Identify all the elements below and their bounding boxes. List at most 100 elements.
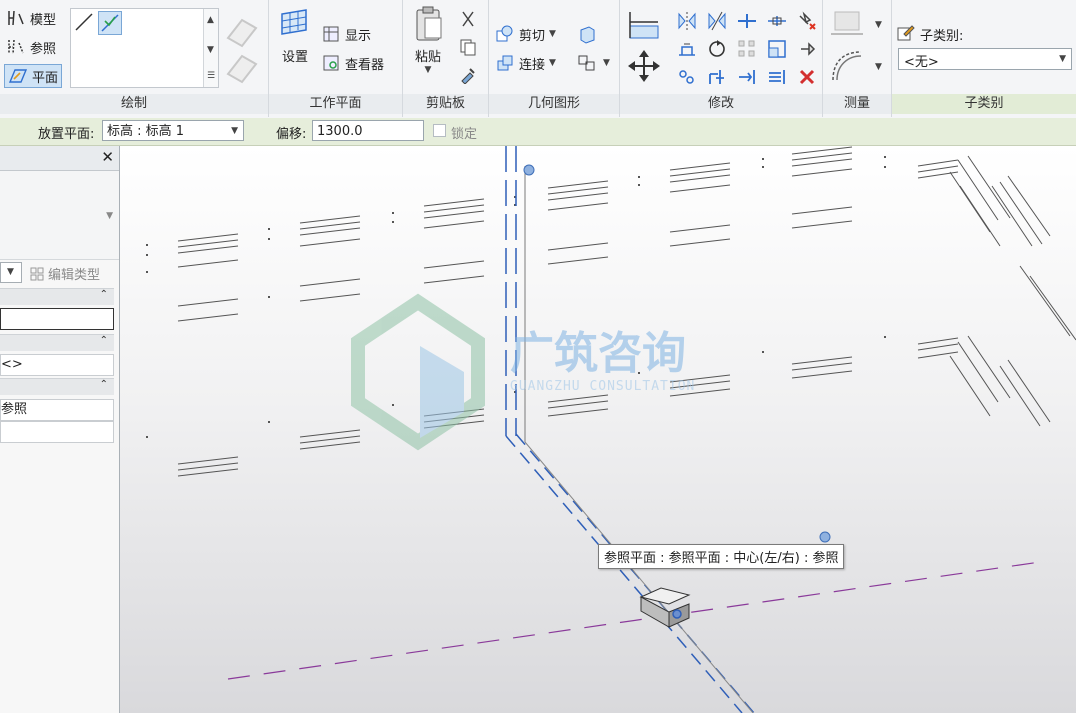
lock-label: 锁定	[451, 127, 478, 142]
scroll-down-icon[interactable]: ▼	[207, 45, 214, 55]
offset-icon[interactable]	[736, 10, 758, 32]
copy-icon[interactable]	[459, 38, 477, 56]
subcategory-select[interactable]: <无> ▼	[898, 48, 1072, 70]
reference-plane-grip[interactable]	[523, 164, 535, 176]
trim-multiple-icon[interactable]	[766, 66, 788, 88]
grid-plane-icon	[281, 9, 307, 35]
viewer-button[interactable]: 查看器	[321, 53, 384, 73]
match-properties-icon[interactable]	[459, 66, 477, 84]
split-face-icon[interactable]	[577, 53, 597, 73]
type-selector[interactable]: ▼	[0, 171, 119, 260]
drawing-viewport[interactable]: 广筑咨询 GUANGZHU CONSULTATION 参照平面 : 参照平面 :…	[120, 146, 1076, 713]
pin-icon[interactable]	[796, 38, 818, 60]
show-workplane-icon	[323, 26, 339, 42]
edit-type-icon	[30, 267, 44, 280]
split-face-dropdown-icon[interactable]: ▼	[603, 58, 610, 68]
disabled-draw-icons	[226, 18, 258, 84]
dimension-dropdown-icon[interactable]: ▼	[875, 62, 882, 72]
instance-filter-dropdown-icon[interactable]: ▼	[7, 267, 14, 277]
copy-move-icon[interactable]	[766, 10, 788, 32]
set-workplane-button[interactable]: 设置	[275, 8, 315, 65]
dimension-icon[interactable]	[829, 48, 865, 84]
cut-geometry-dropdown-icon[interactable]: ▼	[549, 29, 556, 39]
reference-line-button[interactable]: 参照	[6, 37, 56, 57]
trim-corner-icon[interactable]	[706, 66, 728, 88]
modify-tools-grid	[676, 10, 818, 90]
plane-label: 平面	[32, 70, 59, 86]
trim-single-icon[interactable]	[736, 66, 758, 88]
vertical-reference-plane	[505, 146, 755, 713]
hover-tooltip: 参照平面 : 参照平面 : 中心(左/右) : 参照	[598, 544, 845, 569]
trim-extend-icon[interactable]	[676, 66, 698, 88]
show-workplane-button[interactable]: 显示	[321, 24, 371, 44]
instance-filter-select[interactable]: ▼	[0, 262, 22, 283]
subcategory-dropdown-icon[interactable]: ▼	[1059, 54, 1066, 64]
rotate-icon[interactable]	[706, 38, 728, 60]
unpin-icon[interactable]	[796, 10, 818, 32]
align-icon[interactable]	[626, 8, 662, 42]
properties-row[interactable]	[0, 421, 114, 443]
type-selector-dropdown-icon[interactable]: ▼	[106, 211, 113, 221]
move-icon[interactable]	[626, 48, 662, 84]
show-label: 显示	[345, 28, 372, 44]
measure-icon[interactable]	[829, 8, 865, 38]
cut-geometry-button[interactable]: 剪切 ▼	[495, 24, 556, 44]
modify-panel-title: 修改	[620, 94, 822, 114]
paste-button[interactable]: 粘贴 ▼	[411, 6, 445, 75]
collapse-icon[interactable]: ⌃	[100, 379, 108, 390]
reference-line-label: 参照	[30, 41, 57, 57]
scale-icon[interactable]	[766, 38, 788, 60]
watermark: 广筑咨询 GUANGZHU CONSULTATION	[351, 293, 694, 451]
horizontal-reference-plane	[227, 561, 1041, 680]
properties-group-header[interactable]: ⌃	[0, 288, 114, 305]
properties-group-header[interactable]: ⌃	[0, 334, 114, 351]
collapse-icon[interactable]: ⌃	[100, 335, 108, 346]
join-geometry-button[interactable]: 连接 ▼	[495, 53, 556, 73]
solid-icon[interactable]	[577, 24, 597, 44]
mirror-draw-icon[interactable]	[706, 10, 728, 32]
edit-type-button[interactable]: 编辑类型	[29, 264, 100, 283]
pick-lines-icon[interactable]	[98, 11, 122, 35]
paste-label: 粘贴	[414, 50, 441, 65]
properties-row[interactable]: <>	[0, 354, 114, 376]
properties-palette: ✕ ▼ ▼ 编辑类型 ⌃ ⌃ <> ⌃ 参照	[0, 146, 120, 713]
geometry-panel: 剪切 ▼ 连接 ▼ ▼ 几何图形	[489, 0, 620, 117]
line-tool-icon[interactable]	[73, 11, 95, 33]
placement-plane-label: 放置平面:	[38, 127, 95, 142]
measure-panel: ▼ ▼ 测量	[823, 0, 892, 117]
draw-tools-gallery: ▲ ▼ ☰	[70, 8, 219, 88]
model-line-button[interactable]: 模型	[6, 8, 56, 28]
measure-dropdown-icon[interactable]: ▼	[875, 20, 882, 30]
properties-group-header[interactable]: ⌃	[0, 378, 114, 395]
selected-block[interactable]	[639, 587, 691, 628]
subcategory-label: 子类别:	[920, 28, 964, 44]
properties-row-value: 参照	[1, 402, 28, 417]
properties-row[interactable]: 参照	[0, 399, 114, 421]
offset-input[interactable]: 1300.0	[312, 120, 424, 141]
array-icon[interactable]	[736, 38, 758, 60]
gallery-scrollbar[interactable]: ▲ ▼ ☰	[203, 9, 218, 87]
geometry-panel-title: 几何图形	[489, 94, 619, 114]
gallery-expand-icon[interactable]: ☰	[207, 71, 215, 81]
collapse-icon[interactable]: ⌃	[100, 289, 108, 300]
placement-dropdown-icon[interactable]: ▼	[231, 121, 238, 142]
close-icon[interactable]: ✕	[101, 148, 114, 166]
scroll-up-icon[interactable]: ▲	[207, 15, 214, 25]
cut-geometry-label: 剪切	[519, 28, 546, 44]
mirror-axis-icon[interactable]	[676, 10, 698, 32]
join-geometry-icon	[497, 55, 513, 71]
join-geometry-dropdown-icon[interactable]: ▼	[549, 58, 556, 68]
subcategory-panel: 子类别: <无> ▼ 子类别	[892, 0, 1076, 117]
plane-button[interactable]: 平面	[4, 64, 63, 88]
placement-plane-select[interactable]: 标高 : 标高 1 ▼	[102, 120, 244, 141]
delete-icon[interactable]	[796, 66, 818, 88]
properties-row[interactable]	[0, 308, 114, 330]
workplane-panel: 设置 显示 查看器 工作平面	[269, 0, 403, 117]
cut-icon[interactable]	[459, 10, 477, 28]
lock-checkbox[interactable]	[433, 124, 446, 137]
join-geometry-label: 连接	[519, 57, 546, 73]
paste-dropdown-icon[interactable]: ▼	[411, 65, 445, 75]
split-element-icon[interactable]	[676, 38, 698, 60]
plane-icon	[8, 69, 28, 83]
reference-plane-grip[interactable]	[819, 531, 831, 543]
